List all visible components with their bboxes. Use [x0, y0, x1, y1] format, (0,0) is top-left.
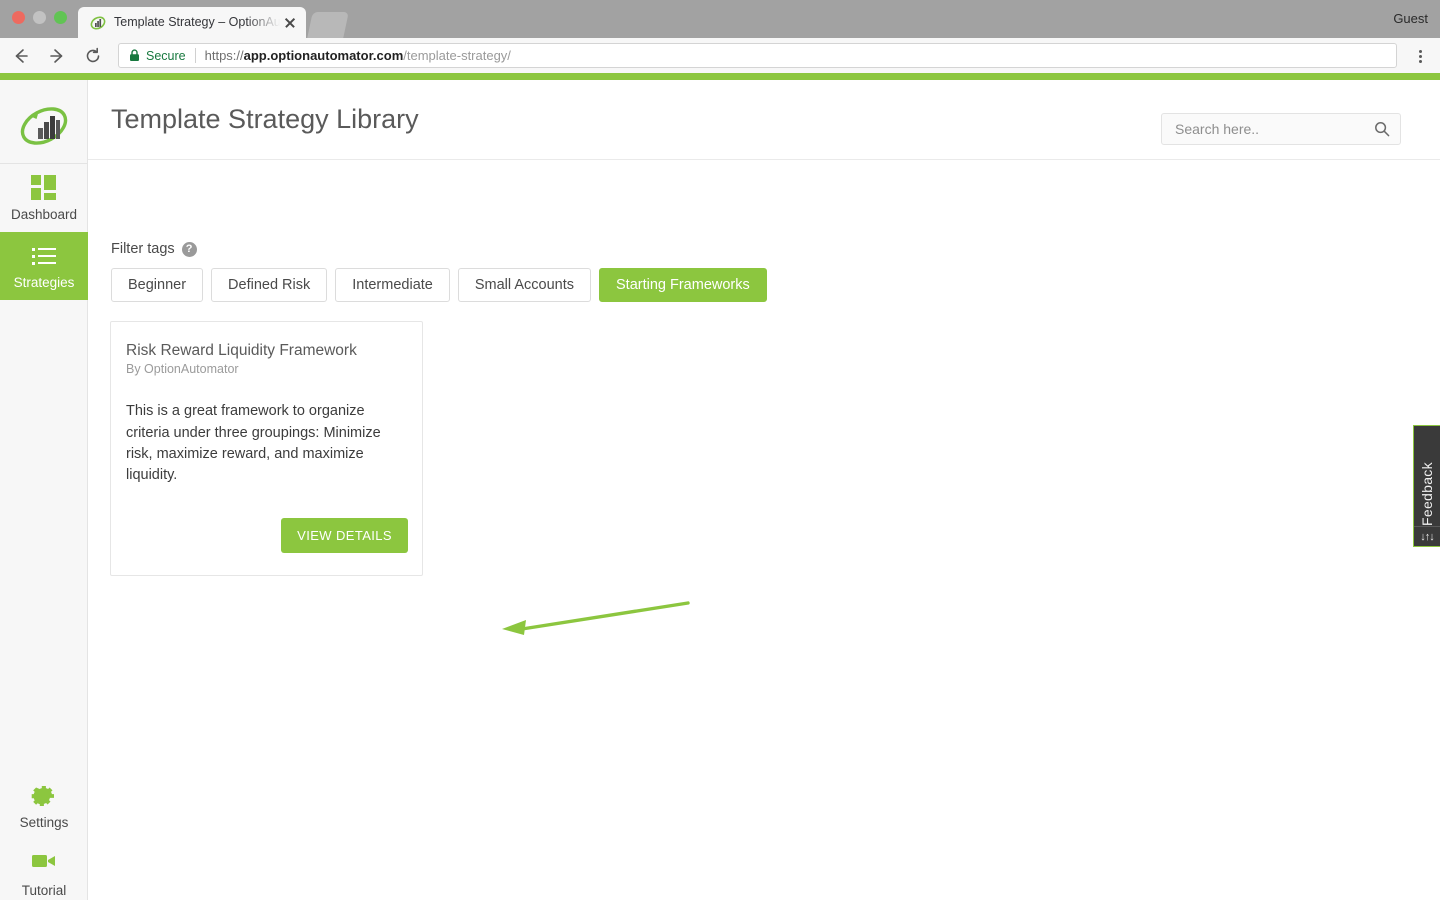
forward-arrow-icon[interactable]: [42, 41, 72, 71]
filter-tag-intermediate[interactable]: Intermediate: [335, 268, 450, 302]
sidebar-item-tutorial[interactable]: Tutorial: [0, 840, 88, 908]
list-icon: [31, 243, 57, 269]
browser-tab-active[interactable]: Template Strategy – OptionAut: [78, 7, 306, 38]
page-title: Template Strategy Library: [111, 104, 419, 135]
address-bar[interactable]: Secure https://app.optionautomator.com/t…: [118, 43, 1397, 68]
optionautomator-logo[interactable]: [0, 98, 88, 154]
filter-tags-label: Filter tags: [111, 241, 175, 257]
new-tab-strip[interactable]: [307, 12, 349, 38]
lock-icon: [129, 49, 140, 62]
close-window-button[interactable]: [12, 11, 25, 24]
url-path: /template-strategy/: [403, 48, 511, 63]
filter-tag-starting-frameworks[interactable]: Starting Frameworks: [599, 268, 767, 302]
sidebar-item-dashboard[interactable]: Dashboard: [0, 164, 88, 232]
filter-tag-list: Beginner Defined Risk Intermediate Small…: [111, 268, 767, 302]
gear-icon: [31, 783, 57, 809]
favicon-icon: [90, 15, 106, 31]
sidebar-item-label: Tutorial: [22, 884, 67, 898]
window-controls: [12, 11, 67, 24]
url-separator: [195, 48, 196, 63]
back-arrow-icon[interactable]: [6, 41, 36, 71]
search-box[interactable]: [1161, 113, 1401, 145]
reload-icon[interactable]: [78, 41, 108, 71]
top-accent-bar: [0, 73, 1440, 80]
feedback-label: Feedback: [1419, 433, 1435, 526]
strategy-card-title: Risk Reward Liquidity Framework: [126, 341, 407, 360]
minimize-window-button[interactable]: [33, 11, 46, 24]
sidebar-item-label: Dashboard: [11, 208, 77, 222]
secure-label: Secure: [146, 49, 186, 63]
video-camera-icon: [31, 851, 57, 877]
strategy-card-description: This is a great framework to organize cr…: [126, 401, 407, 486]
close-tab-icon[interactable]: [282, 15, 298, 31]
view-details-button[interactable]: VIEW DETAILS: [281, 518, 408, 553]
feedback-drag-handle[interactable]: ↓↑↓: [1414, 526, 1440, 546]
maximize-window-button[interactable]: [54, 11, 67, 24]
url-domain: app.optionautomator.com: [244, 48, 404, 63]
sidebar-item-strategies[interactable]: Strategies: [0, 232, 88, 300]
filter-tag-defined-risk[interactable]: Defined Risk: [211, 268, 327, 302]
search-input[interactable]: [1175, 121, 1374, 137]
sidebar: Dashboard Strategies Settings: [0, 80, 88, 900]
browser-tab-title: Template Strategy – OptionAut: [114, 7, 280, 38]
three-dot-menu-icon[interactable]: [1405, 41, 1435, 71]
sidebar-item-label: Strategies: [14, 276, 75, 290]
browser-toolbar: Secure https://app.optionautomator.com/t…: [0, 38, 1440, 73]
filter-tag-small-accounts[interactable]: Small Accounts: [458, 268, 591, 302]
url-text: https://app.optionautomator.com/template…: [205, 48, 511, 63]
strategy-card-author: By OptionAutomator: [126, 362, 407, 376]
feedback-tab[interactable]: Feedback ↓↑↓: [1413, 425, 1440, 547]
arrow-pointing-to-view-details: [498, 599, 693, 644]
filter-tags-header: Filter tags ?: [111, 241, 197, 257]
search-icon[interactable]: [1374, 121, 1390, 137]
url-scheme: https://: [205, 48, 244, 63]
filter-tag-beginner[interactable]: Beginner: [111, 268, 203, 302]
page-header: Template Strategy Library: [88, 80, 1440, 160]
grid-icon: [31, 175, 57, 201]
strategy-card[interactable]: Risk Reward Liquidity Framework By Optio…: [110, 321, 423, 576]
help-question-icon[interactable]: ?: [182, 242, 197, 257]
profile-label[interactable]: Guest: [1393, 11, 1428, 26]
page-body: Dashboard Strategies Settings: [0, 73, 1440, 900]
sidebar-item-settings[interactable]: Settings: [0, 772, 88, 840]
browser-titlebar: Template Strategy – OptionAut Guest: [0, 0, 1440, 38]
sidebar-item-label: Settings: [20, 816, 69, 830]
